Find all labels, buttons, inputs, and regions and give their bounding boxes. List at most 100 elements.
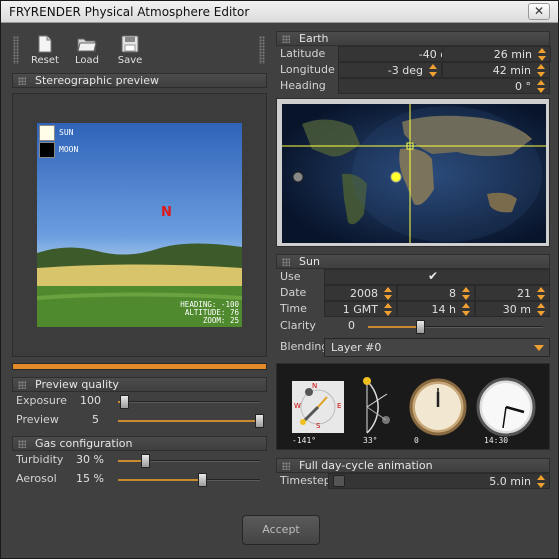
dropdown-arrow-icon: [534, 345, 544, 351]
window-title: FRYRENDER Physical Atmosphere Editor: [9, 5, 250, 19]
gmt-spinner[interactable]: [384, 303, 393, 316]
legend-moon: MOON: [59, 145, 79, 154]
latitude-min-field[interactable]: 26 min: [442, 46, 551, 62]
longitude-label: Longitude: [280, 63, 335, 76]
save-disk-icon: [121, 35, 139, 53]
aerosol-label: Aerosol: [16, 472, 57, 485]
clarity-slider-knob[interactable]: [415, 320, 425, 334]
exposure-label: Exposure: [16, 394, 67, 407]
compass-value: -141°: [292, 436, 317, 445]
render-progress-bar: [12, 363, 267, 370]
preview-slider[interactable]: [118, 414, 264, 428]
time-row: Time 1 GMT 14 h 30 m: [276, 301, 550, 317]
longitude-deg-spinner[interactable]: [429, 64, 438, 77]
aerosol-slider-knob[interactable]: [198, 473, 208, 487]
hour-spinner[interactable]: [462, 303, 471, 316]
save-label: Save: [117, 55, 143, 66]
new-document-icon: [38, 35, 52, 53]
preview-quality-header: Preview quality: [12, 377, 267, 392]
month-field[interactable]: 8: [397, 285, 475, 301]
heading-spinner[interactable]: [537, 80, 546, 93]
sun-position-marker: [390, 171, 402, 183]
preview-value: 5: [92, 413, 99, 426]
compass-n: N: [312, 382, 318, 390]
latitude-label: Latitude: [280, 47, 326, 60]
month-spinner[interactable]: [462, 287, 471, 300]
sky-preview: SUN MOON N HEADING: -100 ALTITUDE: 76 ZO…: [37, 123, 242, 327]
year-spinner[interactable]: [384, 287, 393, 300]
sun-header: Sun: [276, 254, 550, 269]
year-field[interactable]: 2008: [324, 285, 397, 301]
load-label: Load: [75, 55, 99, 66]
turbidity-slider-knob[interactable]: [141, 454, 151, 468]
close-button[interactable]: ✕: [528, 3, 550, 20]
zoom-readout: ZOOM: 25: [202, 316, 239, 325]
clarity-slider[interactable]: [368, 320, 543, 334]
longitude-deg-field[interactable]: -3 deg: [338, 62, 442, 78]
clarity-row: Clarity 0: [276, 318, 550, 334]
clarity-label: Clarity: [280, 319, 316, 332]
turbidity-value: 30 %: [76, 453, 104, 466]
heading-row: Heading 0 °: [276, 78, 550, 94]
reset-label: Reset: [31, 55, 59, 66]
timestep-spinner[interactable]: [537, 475, 546, 488]
heading-label: Heading: [280, 79, 326, 92]
compass-w: W: [294, 402, 301, 410]
day-spinner[interactable]: [537, 287, 546, 300]
heading-field[interactable]: 0 °: [338, 78, 550, 94]
world-map[interactable]: [282, 104, 546, 243]
exposure-slider-knob[interactable]: [120, 395, 130, 409]
blending-row: Blending Layer #0: [276, 338, 550, 357]
moon-swatch: [39, 142, 55, 158]
preview-slider-knob[interactable]: [255, 414, 264, 428]
minute-spinner[interactable]: [537, 303, 546, 316]
aerosol-slider[interactable]: [118, 473, 260, 487]
compass-e: E: [337, 402, 342, 410]
use-checkbox[interactable]: ✔: [428, 269, 442, 283]
preview-header: Stereographic preview: [12, 73, 267, 88]
timestep-label: Timestep: [280, 474, 331, 487]
exposure-slider[interactable]: [118, 395, 260, 409]
toolbar-grip-right: [259, 36, 265, 64]
load-button[interactable]: Load: [69, 35, 105, 69]
gas-config-header: Gas configuration: [12, 436, 267, 451]
preview-panel: SUN MOON N HEADING: -100 ALTITUDE: 76 ZO…: [12, 93, 267, 357]
preview-label: Preview: [16, 413, 59, 426]
longitude-row: Longitude -3 deg 42 min: [276, 62, 550, 78]
earth-map-panel: [276, 98, 550, 247]
longitude-min-field[interactable]: 42 min: [442, 62, 550, 78]
longitude-min-spinner[interactable]: [537, 64, 546, 77]
legend-sun: SUN: [59, 128, 74, 137]
timestep-field[interactable]: 5.0 min: [328, 473, 550, 489]
time-label: Time: [280, 302, 307, 315]
animation-header: Full day-cycle animation: [276, 458, 550, 473]
sun-swatch: [39, 125, 55, 141]
accept-button[interactable]: Accept: [242, 515, 320, 545]
open-folder-icon: [77, 38, 97, 52]
aerosol-row: Aerosol 15 %: [12, 471, 267, 487]
animation-toggle[interactable]: [333, 475, 345, 487]
turbidity-row: Turbidity 30 %: [12, 452, 267, 468]
preview-readout: HEADING: -100 ALTITUDE: 76 ZOOM: 25: [180, 301, 239, 325]
day-field[interactable]: 21: [475, 285, 550, 301]
date-label: Date: [280, 286, 307, 299]
gmt-field[interactable]: 1 GMT: [324, 301, 397, 317]
north-marker: N: [161, 205, 172, 220]
save-button[interactable]: Save: [112, 35, 148, 69]
reset-button[interactable]: Reset: [27, 35, 63, 69]
minute-field[interactable]: 30 m: [475, 301, 550, 317]
clarity-value: 0: [348, 319, 355, 332]
turbidity-slider[interactable]: [118, 454, 260, 468]
latitude-min-spinner[interactable]: [538, 48, 547, 61]
preview-row: Preview 5: [12, 412, 267, 428]
timestep-row: Timestep 5.0 min: [276, 473, 550, 489]
sun-gauges-panel: N S E W -141° 33° 0 14:30: [276, 363, 550, 450]
elevation-gauge: [366, 380, 379, 434]
moon-position-marker: [292, 171, 304, 183]
elevation-value: 33°: [363, 436, 378, 445]
blending-dropdown[interactable]: Layer #0: [324, 338, 550, 357]
editor-window: FRYRENDER Physical Atmosphere Editor ✕ R…: [0, 0, 559, 559]
use-label: Use: [280, 270, 301, 283]
clock1-value: 0: [414, 436, 419, 445]
hour-field[interactable]: 14 h: [397, 301, 475, 317]
